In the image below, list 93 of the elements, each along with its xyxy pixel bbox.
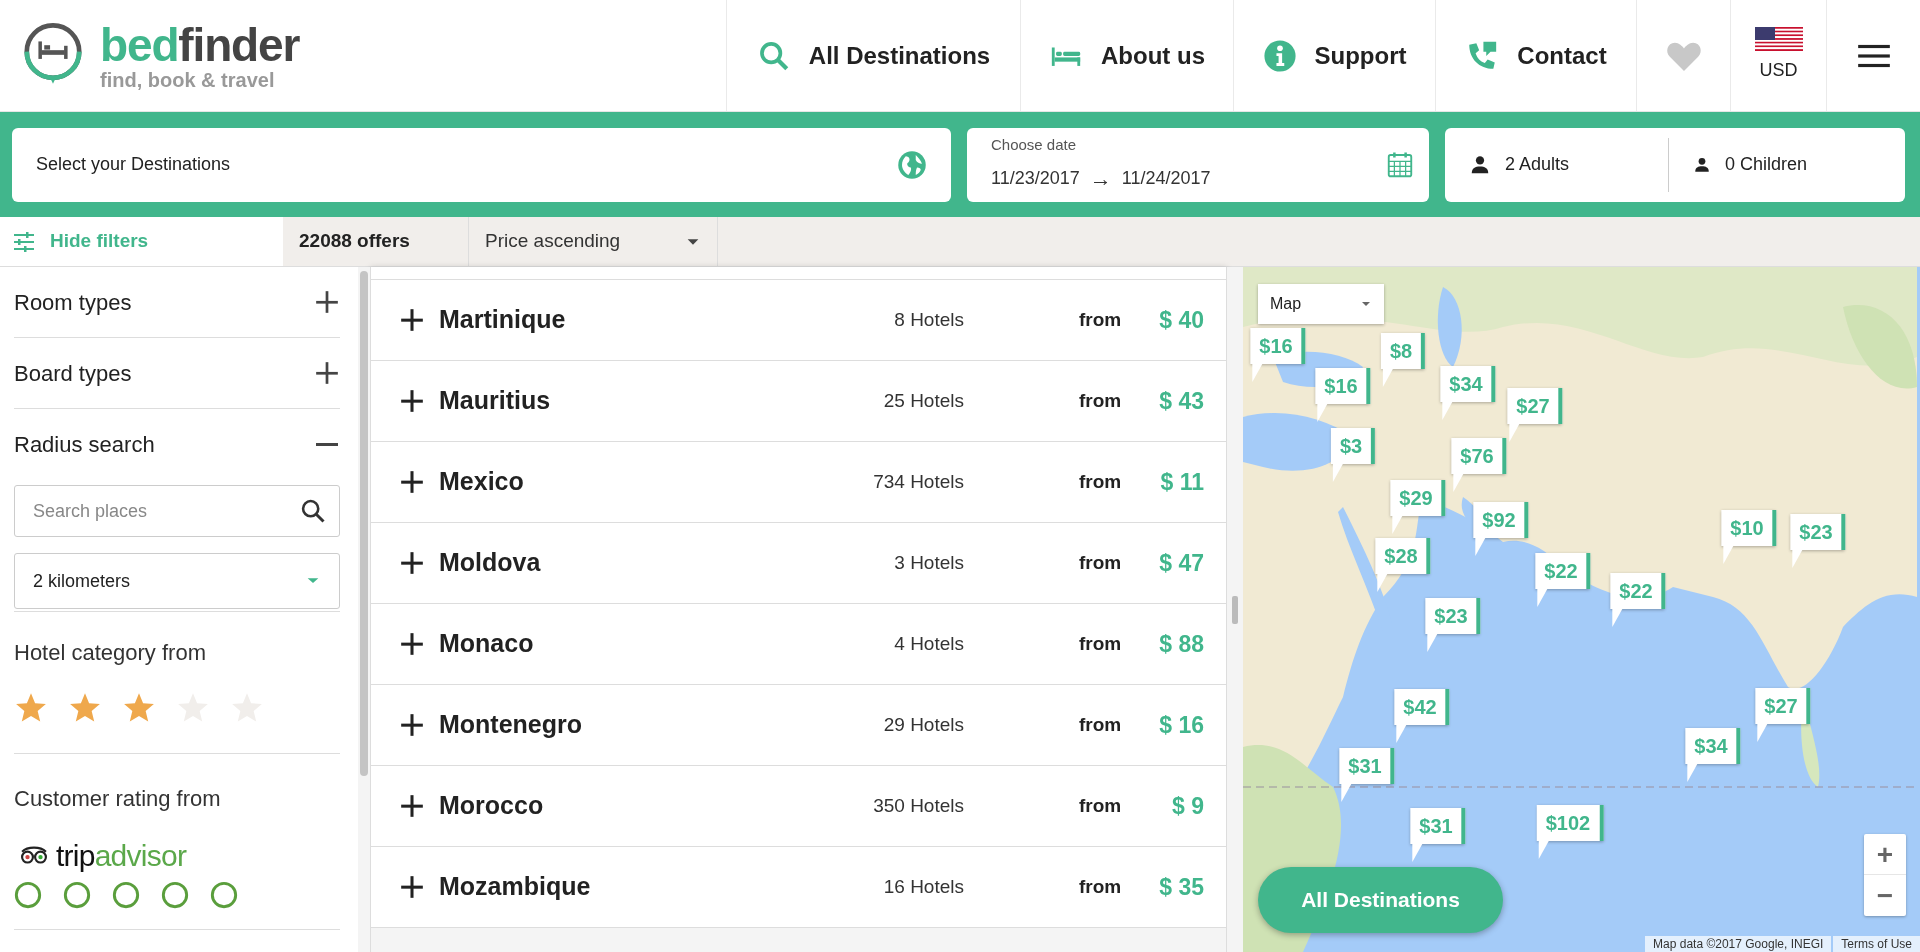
destination-name: Mauritius (439, 385, 552, 417)
resize-handle[interactable] (1232, 595, 1238, 624)
destination-name: Montenegro (439, 709, 584, 741)
hotel-count: 16 Hotels (882, 874, 964, 899)
scrollbar[interactable] (358, 267, 370, 952)
hotel-count: 25 Hotels (882, 388, 964, 413)
rating-circle-icon (63, 881, 91, 909)
destination-field[interactable]: Select your Destinations (12, 127, 951, 202)
destination-row[interactable]: Morocco 350 Hotels from $ 9 (371, 766, 1226, 847)
distance-select[interactable]: 2 kilometers (14, 553, 340, 609)
hotel-count: 4 Hotels (893, 631, 964, 656)
from-label: from (1079, 307, 1122, 332)
date-field[interactable]: Choose date 11/23/2017 → 11/24/2017 (967, 127, 1429, 202)
price: $ 47 (1158, 548, 1204, 578)
date-from: 11/23/2017 (991, 167, 1080, 191)
hotel-count: 734 Hotels (872, 469, 964, 494)
destination-row[interactable]: Martinique 8 Hotels from $ 40 (371, 280, 1226, 361)
destination-name: Morocco (439, 790, 545, 822)
date-label: Choose date (991, 134, 1078, 155)
search-places-field[interactable]: Search places (14, 485, 340, 537)
tripadvisor-wordmark: tripadvisor (56, 841, 187, 871)
destination-row[interactable]: Mexico 734 Hotels from $ 11 (371, 442, 1226, 523)
destination-row[interactable]: Monaco 4 Hotels from $ 88 (371, 604, 1226, 685)
plus-icon (399, 874, 425, 900)
zoom-out-button[interactable]: − (1864, 875, 1906, 916)
destination-row[interactable]: Moldova 3 Hotels from $ 47 (371, 523, 1226, 604)
terms-link[interactable]: Terms of Use (1833, 936, 1920, 952)
from-label: from (1079, 469, 1122, 494)
price: $ 88 (1158, 629, 1204, 659)
map-attribution: Map data ©2017 Google, INEGI (1645, 936, 1832, 952)
plus-icon (399, 793, 425, 819)
plus-icon (399, 631, 425, 657)
customer-rating-label: Customer rating from (14, 785, 222, 813)
date-to: 11/24/2017 (1121, 167, 1211, 191)
children-select[interactable]: 0 Children (1669, 137, 1905, 192)
filter-section-toggle[interactable]: Board types (14, 338, 340, 409)
rating-circle-icon (210, 881, 238, 909)
destination-name: Monaco (439, 628, 535, 660)
from-label: from (1079, 388, 1122, 413)
destination-name: Martinique (439, 304, 567, 336)
adults-select[interactable]: 2 Adults (1445, 137, 1669, 192)
currency-button[interactable]: USD (1730, 0, 1826, 111)
hotel-category-label: Hotel category from (14, 639, 207, 667)
nav-link[interactable]: About us (1020, 0, 1233, 111)
plus-icon (399, 307, 425, 333)
sort-select[interactable]: Price ascending (469, 217, 718, 266)
rating-circle-icon (112, 881, 140, 909)
from-label: from (1079, 874, 1122, 899)
offers-count: 22088 offers (283, 217, 469, 266)
destination-row[interactable]: Mozambique 16 Hotels from $ 35 (371, 847, 1226, 928)
filter-section-toggle[interactable]: Room types (14, 267, 340, 338)
globe-icon (897, 149, 927, 180)
destination-name: Mozambique (439, 871, 592, 903)
filter-section-toggle[interactable]: Radius search (14, 409, 340, 480)
sliders-icon (12, 229, 36, 254)
price: $ 43 (1158, 386, 1204, 416)
hotel-count: 8 Hotels (893, 307, 964, 332)
hotel-count: 3 Hotels (893, 550, 964, 575)
destination-placeholder: Select your Destinations (36, 153, 231, 176)
person-icon (1693, 155, 1711, 174)
destination-row[interactable]: Montenegro 29 Hotels from $ 16 (371, 685, 1226, 766)
from-label: from (1079, 712, 1122, 737)
rating-circle-icon (14, 881, 42, 909)
from-label: from (1079, 631, 1122, 656)
hotel-count: 350 Hotels (872, 793, 964, 818)
map-type-select[interactable]: Map (1258, 284, 1384, 324)
price: $ 11 (1159, 467, 1204, 497)
plus-icon (399, 388, 425, 414)
nav-link[interactable]: All Destinations (726, 0, 1020, 111)
plus-icon (399, 469, 425, 495)
from-label: from (1079, 793, 1122, 818)
plus-icon (399, 550, 425, 576)
destination-name: Mexico (439, 466, 525, 498)
flag-icon (1754, 27, 1803, 51)
price: $ 16 (1158, 710, 1204, 740)
logo-wordmark: bedfinder (100, 21, 300, 68)
price: $ 35 (1158, 872, 1204, 902)
nav-link[interactable]: Contact (1435, 0, 1636, 111)
person-icon (1469, 153, 1491, 176)
destination-row[interactable]: Mauritius 25 Hotels from $ 43 (371, 361, 1226, 442)
hotel-count: 29 Hotels (882, 712, 964, 737)
price: $ 40 (1158, 305, 1204, 335)
price: $ 9 (1171, 791, 1204, 821)
logo-tagline: find, book & travel (100, 69, 276, 90)
zoom-in-button[interactable]: + (1864, 834, 1906, 875)
destination-name: Moldova (439, 547, 542, 579)
search-icon (299, 497, 327, 525)
plus-icon (399, 712, 425, 738)
date-arrow: → (1089, 165, 1112, 194)
from-label: from (1079, 550, 1122, 575)
nav-link[interactable]: Support (1233, 0, 1435, 111)
info-icon (1262, 38, 1297, 73)
rating-circle-icon (161, 881, 189, 909)
